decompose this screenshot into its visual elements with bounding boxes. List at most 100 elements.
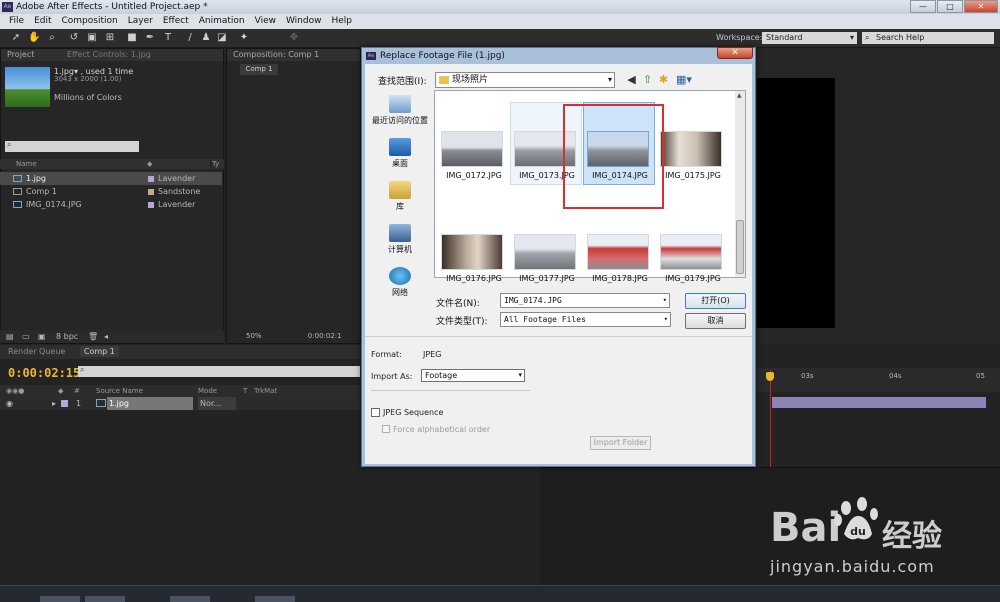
project-row[interactable]: Comp 1 Sandstone	[0, 185, 222, 198]
taskbar-button[interactable]	[170, 596, 210, 602]
menu-window[interactable]: Window	[281, 14, 327, 29]
playhead-handle[interactable]	[766, 372, 774, 381]
rotate-tool-icon[interactable]: ↺	[68, 32, 80, 44]
hand-tool-icon[interactable]: ✋	[28, 32, 40, 44]
eraser-tool-icon[interactable]: ◪	[216, 32, 228, 44]
tab-project[interactable]: Project	[7, 50, 34, 59]
file-item[interactable]: IMG_0176.JPG	[437, 206, 509, 283]
chevron-down-icon: ▾	[662, 296, 667, 304]
import-folder-button[interactable]: Import Folder	[590, 436, 651, 450]
file-thumbnail	[514, 234, 576, 270]
timeline-search-input[interactable]: ⌕	[78, 365, 360, 377]
menu-composition[interactable]: Composition	[57, 14, 123, 29]
column-name-header[interactable]: Name	[0, 159, 144, 169]
search-help-input[interactable]: ⌕ Search Help	[862, 32, 994, 44]
window-title: Adobe After Effects - Untitled Project.a…	[16, 2, 208, 12]
layer-name[interactable]: 1.jpg	[107, 397, 193, 410]
taskbar-button[interactable]	[85, 596, 125, 602]
place-network[interactable]: 网络	[367, 267, 433, 298]
menu-view[interactable]: View	[250, 14, 281, 29]
file-item[interactable]: IMG_0172.JPG	[437, 103, 509, 180]
trkmat-header[interactable]: TrkMat	[254, 385, 277, 397]
cancel-button[interactable]: 取消	[685, 313, 746, 329]
tab-effect-controls[interactable]: Effect Controls: 1.jpg	[67, 50, 151, 59]
scroll-left-icon[interactable]: ◂	[104, 330, 108, 343]
zoom-tool-icon[interactable]: ⌕	[46, 32, 58, 44]
clone-stamp-tool-icon[interactable]: ♟	[200, 32, 212, 44]
place-computer[interactable]: 计算机	[367, 224, 433, 255]
minimize-button[interactable]: —	[910, 0, 936, 13]
file-item[interactable]: IMG_0179.JPG	[656, 206, 728, 283]
file-type-dropdown[interactable]: All Footage Files ▾	[500, 312, 671, 327]
label-column-header[interactable]: ◆	[144, 159, 210, 169]
menu-help[interactable]: Help	[326, 14, 357, 29]
t-header[interactable]: T	[243, 385, 247, 397]
layer-mode-dropdown[interactable]: Nor...	[198, 397, 236, 410]
camera-tool-icon[interactable]: ▣	[86, 32, 98, 44]
libraries-icon	[389, 181, 411, 199]
menu-effect[interactable]: Effect	[158, 14, 194, 29]
timeline-timecode[interactable]: 0:00:02:15	[8, 366, 80, 380]
pen-tool-icon[interactable]: ✒	[144, 32, 156, 44]
project-search-input[interactable]: ⌕	[5, 140, 139, 152]
back-icon[interactable]: ◀	[625, 74, 638, 86]
file-item[interactable]: IMG_0178.JPG	[583, 206, 655, 283]
close-window-button[interactable]: ✕	[964, 0, 998, 13]
interpret-footage-icon[interactable]: ▤	[6, 330, 14, 343]
brush-tool-icon[interactable]: /	[184, 32, 196, 44]
up-folder-icon[interactable]: ⇧	[641, 74, 654, 86]
tab-render-queue[interactable]: Render Queue	[0, 347, 65, 356]
trash-icon[interactable]: 🗑	[88, 330, 98, 343]
file-name-input[interactable]: IMG_0174.JPG ▾	[500, 293, 670, 308]
scrollbar-thumb[interactable]	[736, 220, 744, 274]
new-folder-icon[interactable]: ▭	[22, 330, 30, 343]
project-row[interactable]: IMG_0174.JPG Lavender	[0, 198, 222, 211]
rectangle-tool-icon[interactable]: ■	[126, 32, 138, 44]
layer-duration-bar[interactable]	[772, 397, 986, 408]
menu-layer[interactable]: Layer	[123, 14, 158, 29]
project-row[interactable]: 1.jpg Lavender	[0, 172, 222, 185]
place-desktop[interactable]: 桌面	[367, 138, 433, 169]
type-tool-icon[interactable]: T	[162, 32, 174, 44]
workspace-dropdown[interactable]: Standard	[762, 32, 857, 44]
mode-header[interactable]: Mode	[198, 385, 217, 397]
view-menu-icon[interactable]: ▦▾	[675, 74, 693, 86]
comp-viewer[interactable]	[757, 78, 835, 328]
tab-comp-1[interactable]: Comp 1	[79, 346, 119, 357]
new-comp-icon[interactable]: ▣	[38, 330, 46, 343]
comp-subtab[interactable]: Comp 1	[240, 64, 278, 75]
file-thumbnail	[441, 131, 503, 167]
pan-behind-tool-icon[interactable]: ⊞	[104, 32, 116, 44]
bit-depth-button[interactable]: 8 bpc	[56, 330, 78, 343]
taskbar-button[interactable]	[255, 596, 295, 602]
look-in-dropdown[interactable]: 现场照片 ▾	[435, 72, 615, 88]
menu-animation[interactable]: Animation	[194, 14, 250, 29]
eye-icon[interactable]: ◉	[6, 397, 13, 410]
file-item[interactable]: IMG_0177.JPG	[510, 206, 582, 283]
source-name-header[interactable]: Source Name	[96, 385, 143, 397]
tab-composition[interactable]: Composition: Comp 1	[233, 50, 319, 59]
place-libraries[interactable]: 库	[367, 181, 433, 212]
force-alphabetical-checkbox[interactable]	[382, 425, 390, 433]
scroll-up-icon[interactable]: ▲	[737, 92, 742, 99]
taskbar-button[interactable]	[40, 596, 80, 602]
dialog-close-button[interactable]: ✕	[717, 47, 753, 59]
look-in-label: 查找范围(I):	[378, 77, 427, 87]
layer-row[interactable]: ◉ ▸ 1 1.jpg Nor...	[0, 397, 360, 410]
current-time-display[interactable]: 0:00:02:1	[264, 332, 342, 340]
file-item[interactable]: IMG_0175.JPG	[656, 103, 728, 180]
place-recent[interactable]: 最近访问的位置	[367, 95, 433, 126]
menu-edit[interactable]: Edit	[29, 14, 56, 29]
maximize-button[interactable]: □	[937, 0, 963, 13]
selection-tool-icon[interactable]: ➚	[10, 32, 22, 44]
column-type-header[interactable]: Ty	[212, 159, 224, 169]
open-button[interactable]: 打开(O)	[685, 293, 746, 309]
new-folder-icon[interactable]: ✱	[657, 74, 670, 86]
expand-arrow-icon[interactable]: ▸	[52, 397, 56, 410]
puppet-tool-icon[interactable]: ✦	[238, 32, 250, 44]
jpeg-sequence-checkbox[interactable]	[371, 408, 380, 417]
time-ruler[interactable]: 03s 04s 05	[755, 368, 1000, 392]
import-as-dropdown[interactable]: Footage ▾	[421, 369, 525, 382]
zoom-dropdown[interactable]: 50%	[230, 332, 262, 340]
menu-file[interactable]: File	[4, 14, 29, 29]
